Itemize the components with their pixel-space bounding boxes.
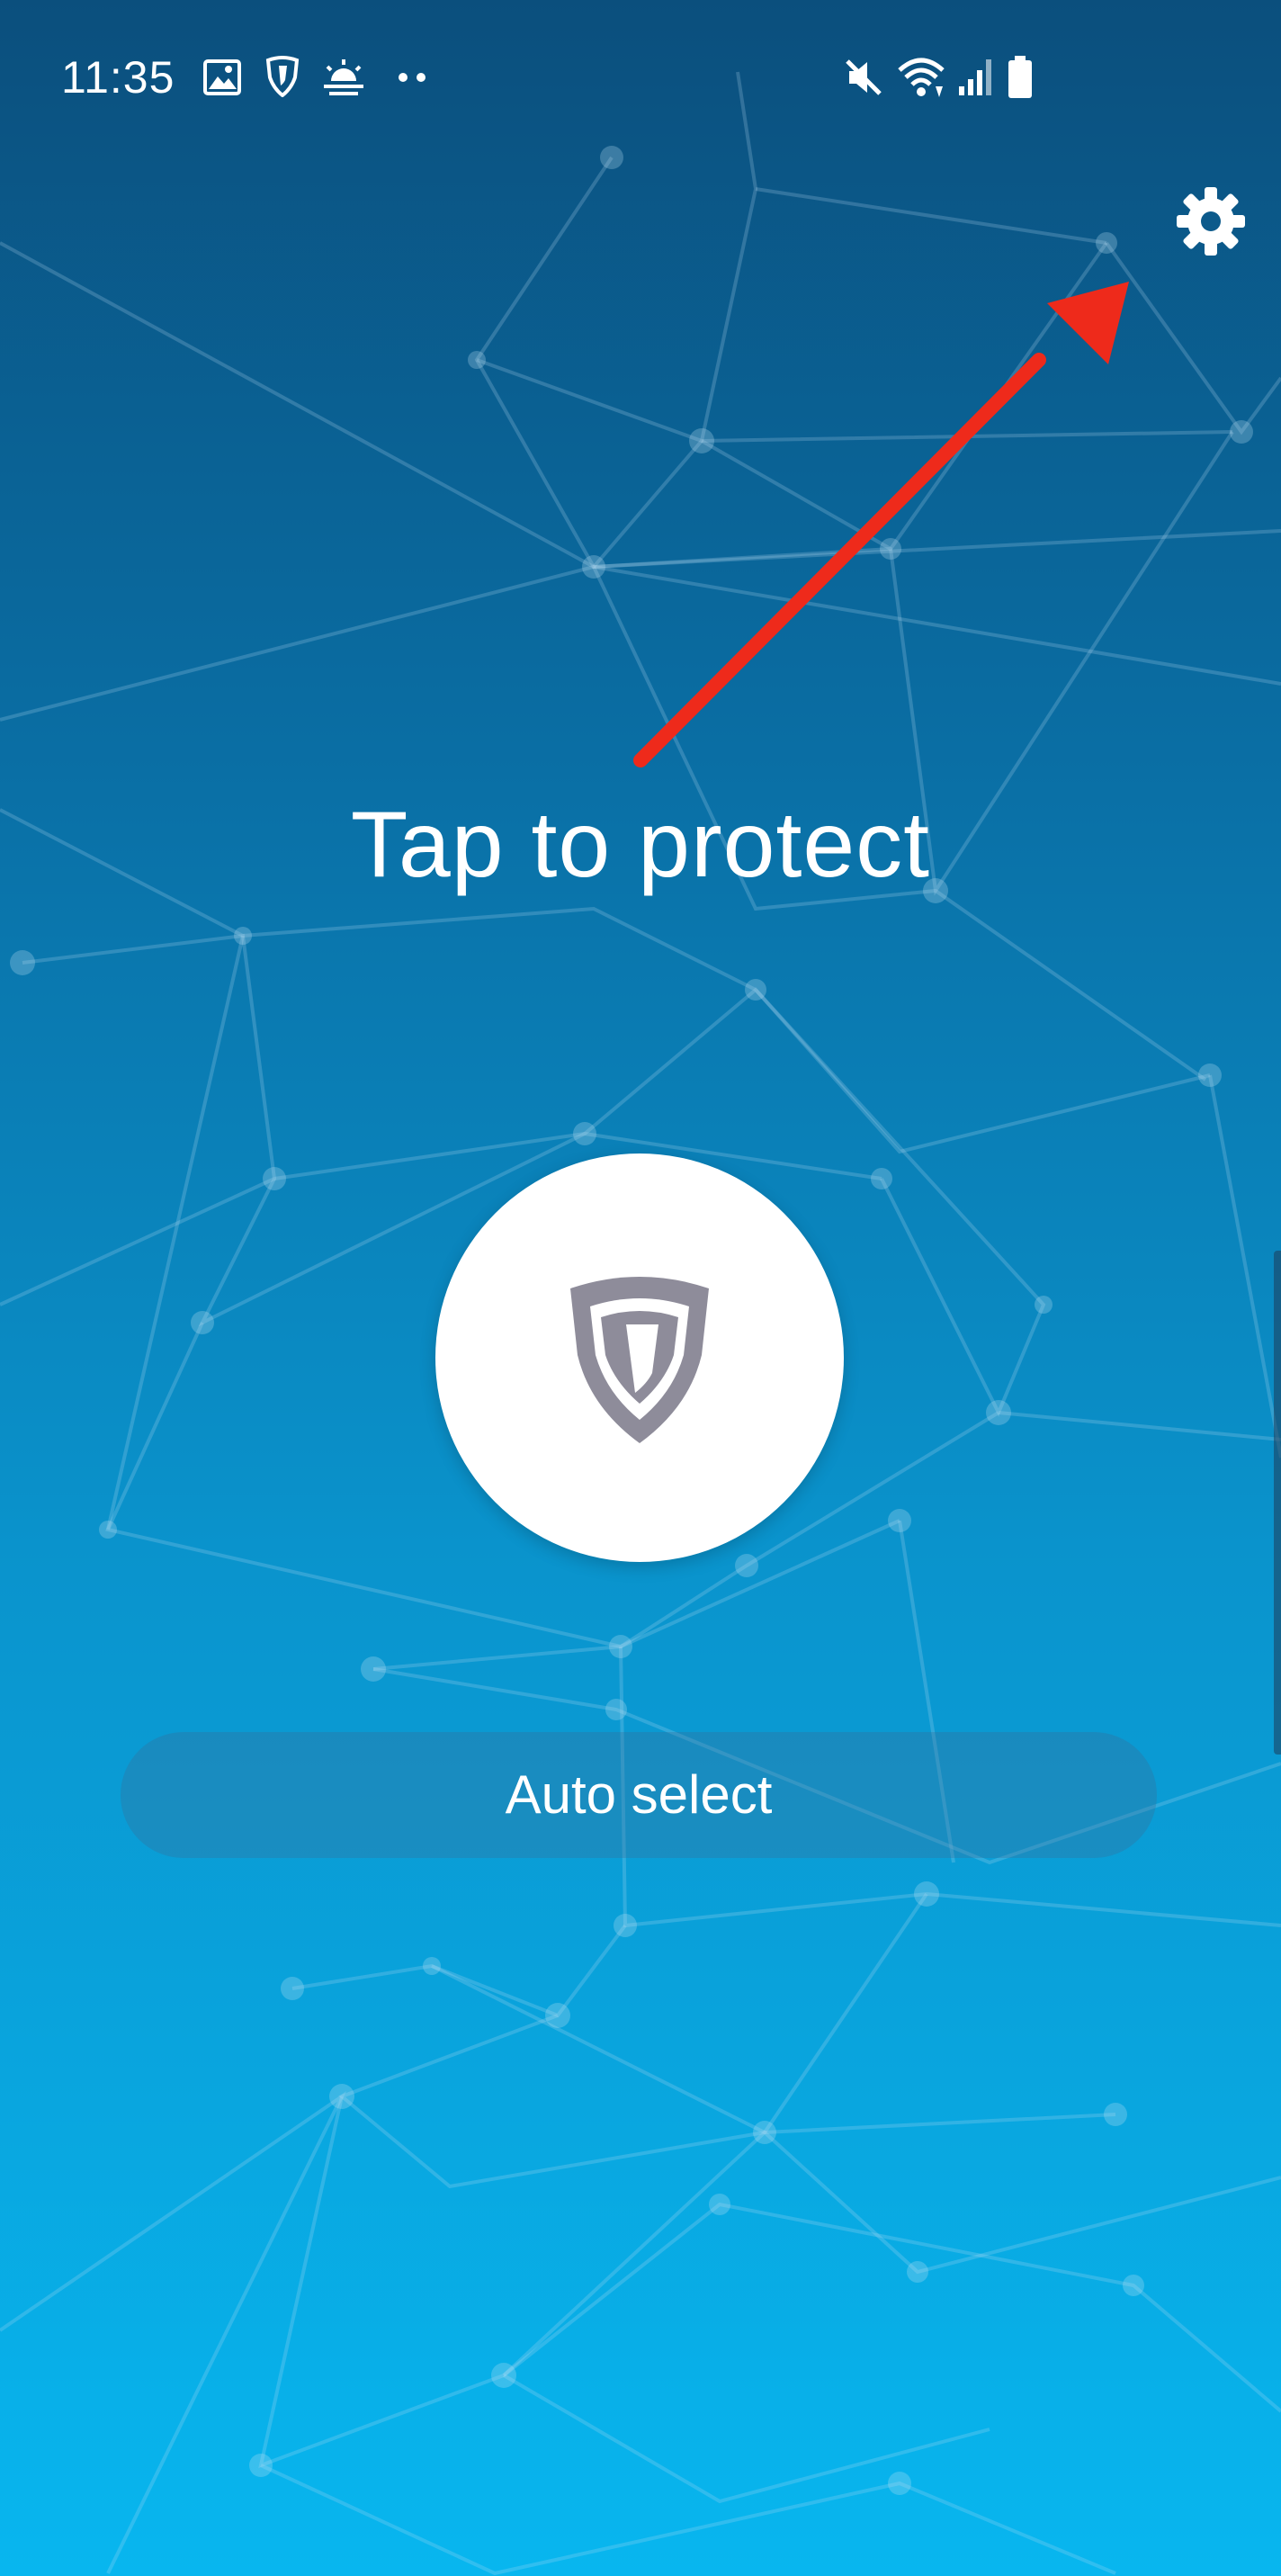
- battery-icon: [1008, 56, 1032, 98]
- gallery-icon: [203, 59, 241, 95]
- server-select-button[interactable]: Auto select: [121, 1732, 1157, 1858]
- headline-tap-to-protect: Tap to protect: [350, 793, 931, 897]
- weather-icon: [324, 59, 363, 95]
- settings-button[interactable]: [1169, 180, 1252, 263]
- server-select-label: Auto select: [505, 1764, 773, 1825]
- shield-notification-icon: [265, 56, 300, 97]
- more-notifications-icon: [399, 73, 426, 82]
- edge-panel-handle[interactable]: [1274, 1251, 1281, 1755]
- signal-icon: [959, 59, 991, 95]
- mute-icon: [846, 59, 882, 95]
- app-screen: 11:35 Tap to protect Auto select: [0, 0, 1281, 2576]
- status-time: 11:35: [61, 52, 175, 103]
- status-bar: 11:35: [0, 0, 1281, 135]
- gear-icon[interactable]: [1169, 180, 1252, 263]
- wifi-icon: [898, 58, 945, 97]
- shield-icon: [570, 1277, 709, 1443]
- connect-button[interactable]: [435, 1153, 844, 1562]
